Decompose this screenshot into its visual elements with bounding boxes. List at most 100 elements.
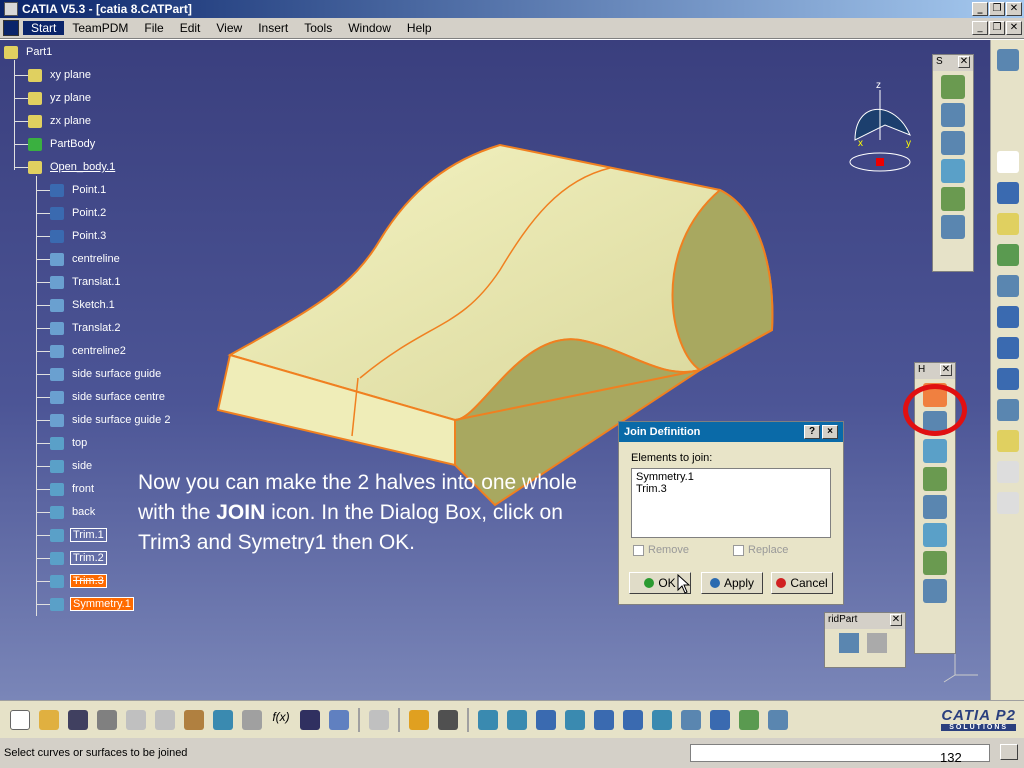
offset-icon[interactable] bbox=[941, 159, 965, 183]
hide-show-icon[interactable] bbox=[739, 709, 759, 730]
elements-list-item[interactable]: Trim.3 bbox=[636, 483, 826, 495]
sphere-icon[interactable] bbox=[941, 131, 965, 155]
menu-view[interactable]: View bbox=[208, 21, 250, 35]
tree-node[interactable]: Symmetry.1 bbox=[50, 596, 134, 612]
tree-node[interactable]: Point.3 bbox=[50, 228, 108, 244]
fly-icon[interactable] bbox=[478, 709, 498, 730]
tree-node[interactable]: PartBody bbox=[28, 136, 97, 152]
replace-checkbox[interactable]: Replace bbox=[733, 544, 788, 556]
catalog-icon[interactable] bbox=[369, 709, 389, 730]
tree-node[interactable]: yz plane bbox=[28, 90, 93, 106]
cancel-button[interactable]: Cancel bbox=[771, 572, 833, 594]
tree-node[interactable]: side surface guide bbox=[50, 366, 163, 382]
status-options-button[interactable] bbox=[1000, 744, 1018, 760]
doc-restore-button[interactable]: ❐ bbox=[989, 21, 1005, 35]
menu-teampdm[interactable]: TeamPDM bbox=[64, 21, 136, 35]
doc-minimize-button[interactable]: _ bbox=[972, 21, 988, 35]
tree-node[interactable]: Trim.2 bbox=[50, 550, 107, 566]
inertia-icon[interactable] bbox=[438, 709, 458, 730]
insert-open-body-icon[interactable] bbox=[867, 633, 887, 653]
menu-help[interactable]: Help bbox=[399, 21, 440, 35]
dialog-close-button[interactable]: × bbox=[822, 425, 838, 439]
select-icon[interactable] bbox=[997, 461, 1019, 483]
rotate-icon[interactable] bbox=[565, 709, 585, 730]
untrim-icon[interactable] bbox=[923, 439, 947, 463]
menu-edit[interactable]: Edit bbox=[172, 21, 209, 35]
remove-checkbox[interactable]: Remove bbox=[633, 544, 689, 556]
point-icon[interactable] bbox=[997, 151, 1019, 173]
quick-view-icon[interactable] bbox=[681, 709, 701, 730]
extrude-icon[interactable] bbox=[941, 75, 965, 99]
sweep-icon[interactable] bbox=[941, 187, 965, 211]
tree-node[interactable]: centreline2 bbox=[50, 343, 128, 359]
tree-node[interactable]: top bbox=[50, 435, 89, 451]
spline-icon[interactable] bbox=[997, 337, 1019, 359]
tree-node[interactable]: Sketch.1 bbox=[50, 297, 117, 313]
tree-node[interactable]: back bbox=[50, 504, 97, 520]
insert-body-icon[interactable] bbox=[839, 633, 859, 653]
fill-icon[interactable] bbox=[941, 215, 965, 239]
swap-visible-icon[interactable] bbox=[768, 709, 788, 730]
apply-button[interactable]: Apply bbox=[701, 572, 763, 594]
tree-node[interactable]: side surface centre bbox=[50, 389, 167, 405]
plane-icon[interactable] bbox=[997, 213, 1019, 235]
save-icon[interactable] bbox=[68, 709, 88, 730]
tree-node[interactable]: zx plane bbox=[28, 113, 93, 129]
undo-icon[interactable] bbox=[213, 709, 233, 730]
minimize-button[interactable]: _ bbox=[972, 2, 988, 16]
tree-node[interactable]: Trim.3 bbox=[50, 573, 107, 589]
line-icon[interactable] bbox=[997, 182, 1019, 204]
copy-icon[interactable] bbox=[155, 709, 175, 730]
corner-icon[interactable] bbox=[997, 368, 1019, 390]
normal-view-icon[interactable] bbox=[652, 709, 672, 730]
intersection-icon[interactable] bbox=[997, 275, 1019, 297]
operations-toolbar-close[interactable]: ✕ bbox=[940, 364, 952, 376]
tree-node[interactable]: Part1 bbox=[4, 44, 54, 60]
fit-all-icon[interactable] bbox=[507, 709, 527, 730]
parallel-curve-icon[interactable] bbox=[997, 399, 1019, 421]
sketch-edit-icon[interactable] bbox=[997, 492, 1019, 514]
new-icon[interactable] bbox=[10, 709, 30, 730]
restore-button[interactable]: ❐ bbox=[989, 2, 1005, 16]
connect-curve-icon[interactable] bbox=[997, 430, 1019, 452]
tree-node[interactable]: front bbox=[50, 481, 96, 497]
elements-list[interactable]: Symmetry.1 Trim.3 bbox=[631, 468, 831, 538]
menu-tools[interactable]: Tools bbox=[296, 21, 340, 35]
shading-icon[interactable] bbox=[710, 709, 730, 730]
split-icon[interactable] bbox=[923, 467, 947, 491]
tree-node[interactable]: centreline bbox=[50, 251, 122, 267]
measure-icon[interactable] bbox=[409, 709, 429, 730]
trim-icon[interactable] bbox=[923, 495, 947, 519]
tree-node[interactable]: Translat.1 bbox=[50, 274, 123, 290]
dialog-help-button[interactable]: ? bbox=[804, 425, 820, 439]
pan-icon[interactable] bbox=[536, 709, 556, 730]
tree-node[interactable]: side surface guide 2 bbox=[50, 412, 172, 428]
elements-list-item[interactable]: Symmetry.1 bbox=[636, 471, 826, 483]
tree-node[interactable]: Point.1 bbox=[50, 182, 108, 198]
revolve-icon[interactable] bbox=[941, 103, 965, 127]
sketcher-icon[interactable] bbox=[997, 49, 1019, 71]
open-icon[interactable] bbox=[39, 709, 59, 730]
cut-icon[interactable] bbox=[126, 709, 146, 730]
hybrid-part-toolbar-close[interactable]: ✕ bbox=[890, 614, 902, 626]
menu-file[interactable]: File bbox=[136, 21, 171, 35]
circle-icon[interactable] bbox=[997, 306, 1019, 328]
projection-icon[interactable] bbox=[997, 244, 1019, 266]
zoom-in-icon[interactable] bbox=[594, 709, 614, 730]
tree-node[interactable]: Translat.2 bbox=[50, 320, 123, 336]
print-icon[interactable] bbox=[97, 709, 117, 730]
zoom-out-icon[interactable] bbox=[623, 709, 643, 730]
transform-icon[interactable] bbox=[923, 579, 947, 603]
tree-node[interactable]: Trim.1 bbox=[50, 527, 107, 543]
doc-close-button[interactable]: ✕ bbox=[1006, 21, 1022, 35]
paste-icon[interactable] bbox=[184, 709, 204, 730]
tree-node[interactable]: Point.2 bbox=[50, 205, 108, 221]
table-icon[interactable] bbox=[300, 709, 320, 730]
tree-node[interactable]: xy plane bbox=[28, 67, 93, 83]
tree-node[interactable]: side bbox=[50, 458, 94, 474]
close-button[interactable]: ✕ bbox=[1006, 2, 1022, 16]
surfaces-toolbar-close[interactable]: ✕ bbox=[958, 56, 970, 68]
boundary-icon[interactable] bbox=[923, 523, 947, 547]
menu-start[interactable]: Start bbox=[23, 21, 65, 35]
formula-icon[interactable]: f(x) bbox=[271, 709, 291, 730]
